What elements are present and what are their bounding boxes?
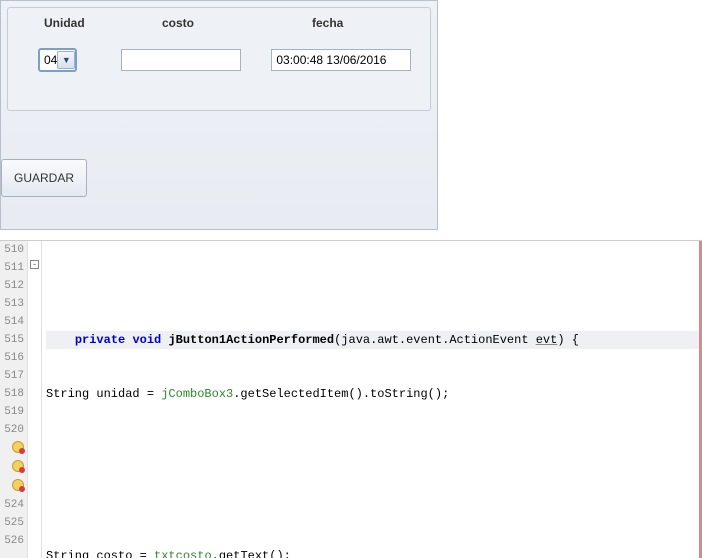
line-gutter: 510 511 512 513 514 515 516 517 518 519 … — [0, 241, 28, 558]
gutter-warning-icon — [0, 458, 24, 477]
line-number: 517 — [0, 367, 24, 385]
line-number: 514 — [0, 313, 24, 331]
line-number: 513 — [0, 295, 24, 313]
code-editor: 510 511 512 513 514 515 516 517 518 519 … — [0, 240, 702, 558]
unidad-combobox[interactable]: 04 ▼ — [38, 48, 77, 72]
fold-toggle-icon[interactable]: - — [30, 260, 39, 269]
line-number: 510 — [0, 241, 24, 259]
line-number: 511 — [0, 259, 24, 277]
gutter-warning-icon — [0, 477, 24, 496]
line-number: 524 — [0, 496, 24, 514]
form-inner: Unidad costo fecha 04 ▼ — [7, 7, 431, 111]
code-content[interactable]: private void jButton1ActionPerformed(jav… — [42, 241, 702, 558]
line-number: 520 — [0, 421, 24, 439]
chevron-down-icon: ▼ — [57, 51, 75, 69]
line-number: 525 — [0, 514, 24, 532]
unidad-value: 04 — [44, 53, 57, 67]
line-number: 518 — [0, 385, 24, 403]
label-unidad: Unidad — [44, 16, 162, 30]
gutter-warning-icon — [0, 439, 24, 458]
line-number: 519 — [0, 403, 24, 421]
guardar-button[interactable]: GUARDAR — [1, 159, 87, 197]
fold-column: - — [28, 241, 42, 558]
label-costo: costo — [162, 16, 312, 30]
label-fecha: fecha — [312, 16, 343, 30]
line-number: 516 — [0, 349, 24, 367]
line-number: 512 — [0, 277, 24, 295]
form-panel: Unidad costo fecha 04 ▼ GUARDAR — [0, 0, 438, 230]
costo-input[interactable] — [121, 49, 241, 71]
line-number: 526 — [0, 532, 24, 550]
line-number: 515 — [0, 331, 24, 349]
fecha-input[interactable] — [271, 49, 411, 71]
